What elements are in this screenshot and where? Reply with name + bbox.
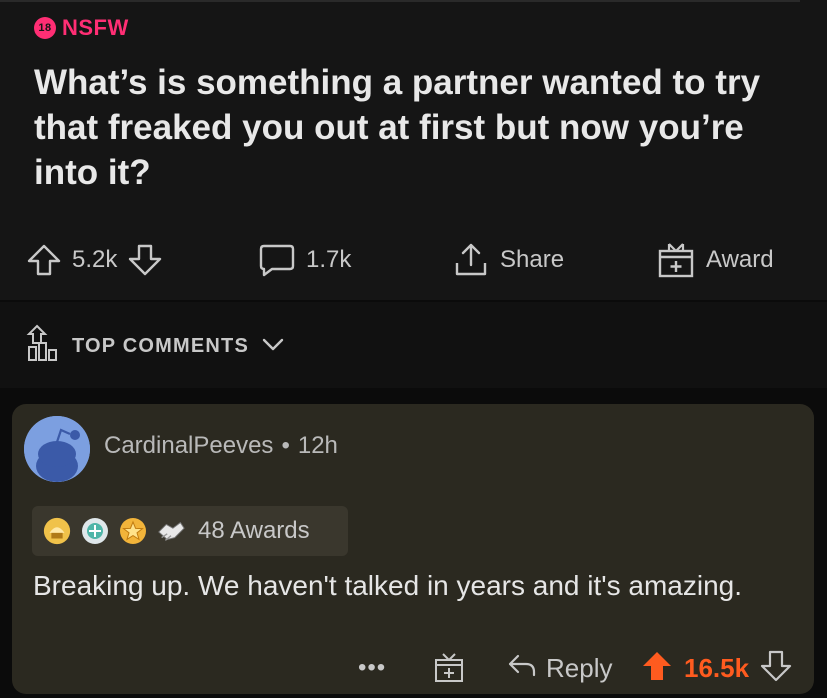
post-score: 5.2k: [72, 246, 118, 273]
award-label: Award: [706, 246, 774, 273]
comments-button[interactable]: 1.7k: [258, 232, 351, 288]
sort-label: TOP COMMENTS: [72, 334, 250, 357]
upvote-filled-icon[interactable]: [640, 649, 674, 688]
award-button[interactable]: Award: [656, 232, 774, 288]
nsfw-badge-icon: 18: [34, 17, 56, 39]
share-button[interactable]: Share: [452, 232, 564, 288]
comment-card: CardinalPeeves • 12h 48 Awards Breaking …: [12, 404, 814, 694]
comment-sort-bar: TOP COMMENTS: [0, 302, 827, 388]
gift-award-icon: [656, 241, 696, 279]
awards-count: 48 Awards: [198, 517, 310, 544]
meta-separator: •: [281, 432, 290, 459]
divider: [0, 0, 800, 2]
share-icon: [452, 241, 490, 279]
handshake-award-icon: [156, 516, 186, 546]
snoo-avatar-icon: [24, 416, 90, 482]
post-title[interactable]: What’s is something a partner wanted to …: [34, 60, 794, 195]
gift-award-icon[interactable]: [432, 652, 466, 689]
downvote-icon[interactable]: [759, 649, 793, 688]
nsfw-tag: 18 NSFW: [34, 14, 129, 42]
reply-label: Reply: [546, 652, 613, 683]
comment-bubble-icon: [258, 242, 296, 278]
username[interactable]: CardinalPeeves: [104, 432, 273, 460]
comment-score: 16.5k: [684, 652, 750, 683]
avatar[interactable]: [24, 416, 90, 482]
star-award-icon: [118, 516, 148, 546]
comment-actions: ••• Reply 16.5k: [12, 646, 814, 690]
reply-button[interactable]: Reply: [506, 646, 612, 690]
platinum-award-icon: [80, 516, 110, 546]
comment-vote: 16.5k: [640, 646, 793, 690]
share-label: Share: [500, 246, 565, 273]
post-vote: 5.2k: [26, 232, 163, 288]
chevron-down-icon: [261, 335, 285, 358]
post-actions: 5.2k 1.7k Share Award: [0, 232, 827, 288]
comments-count: 1.7k: [306, 246, 352, 273]
awards-row[interactable]: 48 Awards: [32, 506, 348, 556]
more-options-icon[interactable]: •••: [358, 646, 386, 690]
comment-body: Breaking up. We haven't talked in years …: [33, 570, 743, 601]
comment-age: 12h: [297, 432, 338, 459]
sort-bars-icon: [26, 323, 60, 369]
gold-award-icon: [42, 516, 72, 546]
comment-meta: CardinalPeeves • 12h: [104, 432, 338, 460]
nsfw-label: NSFW: [62, 15, 129, 40]
reply-arrow-icon: [506, 651, 538, 686]
upvote-icon[interactable]: [26, 242, 62, 278]
post-card: 18 NSFW What’s is something a partner wa…: [0, 0, 827, 300]
downvote-icon[interactable]: [127, 242, 163, 278]
sort-dropdown[interactable]: TOP COMMENTS: [26, 323, 285, 369]
